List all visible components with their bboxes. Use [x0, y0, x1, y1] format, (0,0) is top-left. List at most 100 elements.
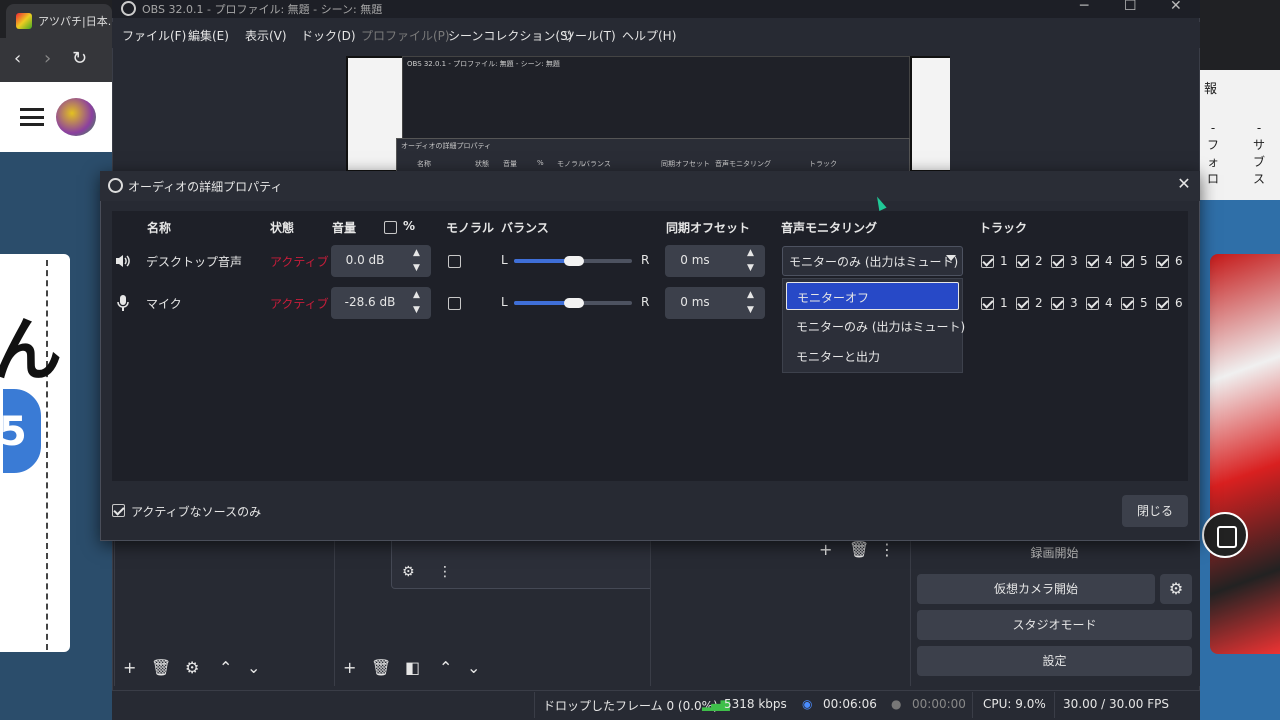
track-checkbox[interactable] — [981, 297, 994, 310]
menu-docks[interactable]: ドック(D) — [301, 27, 356, 44]
start-virtual-camera-button[interactable]: 仮想カメラ開始 — [917, 574, 1155, 604]
monitoring-select-value: モニターのみ (出力はミュート) — [789, 255, 959, 269]
browser-tab[interactable]: アツパチ|日本.1 — [6, 4, 112, 38]
increment-icon[interactable]: ▲ — [747, 248, 754, 258]
volume-value: -28.6 dB — [344, 295, 396, 309]
track-checkbox[interactable] — [1156, 297, 1169, 310]
recording-icon: ● — [891, 697, 902, 711]
side-panel-heading: 報 — [1204, 82, 1218, 97]
chevron-up-icon[interactable]: ⌃ — [439, 660, 452, 676]
track-checkbox[interactable] — [1156, 255, 1169, 268]
chevron-down-icon[interactable] — [946, 255, 956, 261]
decrement-icon[interactable]: ▼ — [747, 305, 754, 315]
header-sync-offset: 同期オフセット — [666, 221, 751, 235]
add-icon[interactable]: + — [819, 542, 832, 558]
menu-profile[interactable]: プロファイル(P) — [361, 27, 450, 44]
status-badge: アクティブ — [270, 255, 329, 269]
trash-icon[interactable]: 🗑 — [849, 542, 869, 558]
track-checkbox[interactable] — [1051, 255, 1064, 268]
track-checkbox[interactable] — [981, 255, 994, 268]
microphone-icon[interactable] — [116, 294, 130, 312]
close-button[interactable]: 閉じる — [1122, 495, 1188, 527]
maximize-icon[interactable]: ☐ — [1124, 0, 1137, 14]
start-recording-button[interactable]: 録画開始 — [917, 538, 1192, 568]
chevron-down-icon[interactable]: ⌄ — [247, 660, 260, 676]
track-checkbox[interactable] — [1121, 297, 1134, 310]
fps: 30.00 / 30.00 FPS — [1063, 697, 1169, 711]
follow-vertical-text[interactable]: - フ ォ ロ — [1206, 120, 1220, 188]
track-label: 6 — [1175, 254, 1183, 268]
more-vertical-icon[interactable]: ⋮ — [438, 564, 452, 580]
menu-scene-collection[interactable]: シーンコレクション(S) — [448, 27, 572, 44]
sync-offset-spinbox[interactable]: 0 ms ▲ ▼ — [665, 287, 765, 319]
trash-icon[interactable]: 🗑 — [371, 660, 391, 676]
track-label: 1 — [1000, 254, 1008, 268]
speaker-icon[interactable] — [114, 252, 132, 270]
only-active-sources-checkbox[interactable] — [112, 504, 125, 517]
menu-edit[interactable]: 編集(E) — [188, 27, 229, 44]
chevron-up-icon[interactable]: ⌃ — [219, 660, 232, 676]
menu-view[interactable]: 表示(V) — [245, 27, 287, 44]
gear-icon[interactable]: ⚙ — [185, 660, 199, 676]
decrement-icon[interactable]: ▼ — [747, 263, 754, 273]
decrement-icon[interactable]: ▼ — [413, 305, 420, 315]
increment-icon[interactable]: ▲ — [413, 248, 420, 258]
char: ロ — [1206, 172, 1219, 186]
preview-header: 音量 — [503, 160, 517, 168]
char: ス — [1252, 172, 1265, 186]
trash-icon[interactable]: 🗑 — [151, 660, 171, 676]
header-percent: % — [403, 219, 416, 233]
preview-browser-left — [348, 58, 402, 170]
slider-handle[interactable] — [564, 256, 584, 266]
dialog-close-icon[interactable]: ✕ — [1174, 174, 1194, 193]
studio-mode-button[interactable]: スタジオモード — [917, 610, 1192, 640]
only-active-sources-label: アクティブなソースのみ — [131, 505, 262, 519]
status-separator — [972, 692, 973, 718]
track-checkbox[interactable] — [1086, 255, 1099, 268]
dropdown-option-monitor-and-output[interactable]: モニターと出力 — [786, 342, 959, 370]
virtual-camera-gear-icon[interactable]: ⚙ — [1160, 574, 1192, 604]
dropdown-option-monitor-off[interactable]: モニターオフ — [786, 282, 959, 310]
source-name: マイク — [146, 297, 182, 311]
slider-handle[interactable] — [564, 298, 584, 308]
dropdown-option-monitor-only[interactable]: モニターのみ (出力はミュート) — [786, 312, 965, 340]
add-icon[interactable]: + — [343, 660, 356, 676]
menu-help[interactable]: ヘルプ(H) — [622, 27, 676, 44]
chevron-down-icon[interactable]: ⌄ — [467, 660, 480, 676]
close-icon[interactable]: ✕ — [1170, 0, 1182, 14]
track-label: 6 — [1175, 296, 1183, 310]
percent-checkbox[interactable] — [384, 221, 397, 234]
forward-arrow-icon[interactable]: › — [44, 50, 51, 68]
mono-checkbox[interactable] — [448, 297, 461, 310]
sync-offset-spinbox[interactable]: 0 ms ▲ ▼ — [665, 245, 765, 277]
increment-icon[interactable]: ▲ — [413, 290, 420, 300]
track-checkbox[interactable] — [1086, 297, 1099, 310]
increment-icon[interactable]: ▲ — [747, 290, 754, 300]
filter-icon[interactable]: ◧ — [405, 660, 420, 676]
preview-header: バランス — [583, 160, 611, 168]
volume-spinbox[interactable]: 0.0 dB ▲ ▼ — [331, 245, 431, 277]
decrement-icon[interactable]: ▼ — [413, 263, 420, 273]
dropped-frames: ドロップしたフレーム 0 (0.0%) — [543, 699, 718, 713]
mono-checkbox[interactable] — [448, 255, 461, 268]
minimize-icon[interactable]: ─ — [1080, 0, 1088, 14]
menu-tools[interactable]: ツール(T) — [563, 27, 616, 44]
settings-button[interactable]: 設定 — [917, 646, 1192, 676]
subscribe-vertical-text[interactable]: - サ ブ ス — [1252, 120, 1266, 188]
site-badge[interactable]: 5 — [0, 386, 44, 476]
back-arrow-icon[interactable]: ‹ — [14, 50, 21, 68]
track-checkbox[interactable] — [1016, 255, 1029, 268]
reload-icon[interactable]: ↻ — [72, 50, 87, 68]
obs-logo-icon — [108, 178, 123, 193]
gear-icon[interactable]: ⚙ — [402, 564, 415, 580]
track-checkbox[interactable] — [1051, 297, 1064, 310]
more-vertical-icon[interactable]: ⋮ — [879, 542, 895, 558]
hamburger-menu-icon[interactable] — [20, 108, 44, 126]
add-icon[interactable]: + — [123, 660, 136, 676]
volume-spinbox[interactable]: -28.6 dB ▲ ▼ — [331, 287, 431, 319]
chat-icon[interactable] — [1202, 512, 1248, 558]
track-checkbox[interactable] — [1016, 297, 1029, 310]
menu-file[interactable]: ファイル(F) — [122, 27, 186, 44]
site-logo[interactable] — [56, 98, 96, 136]
track-checkbox[interactable] — [1121, 255, 1134, 268]
